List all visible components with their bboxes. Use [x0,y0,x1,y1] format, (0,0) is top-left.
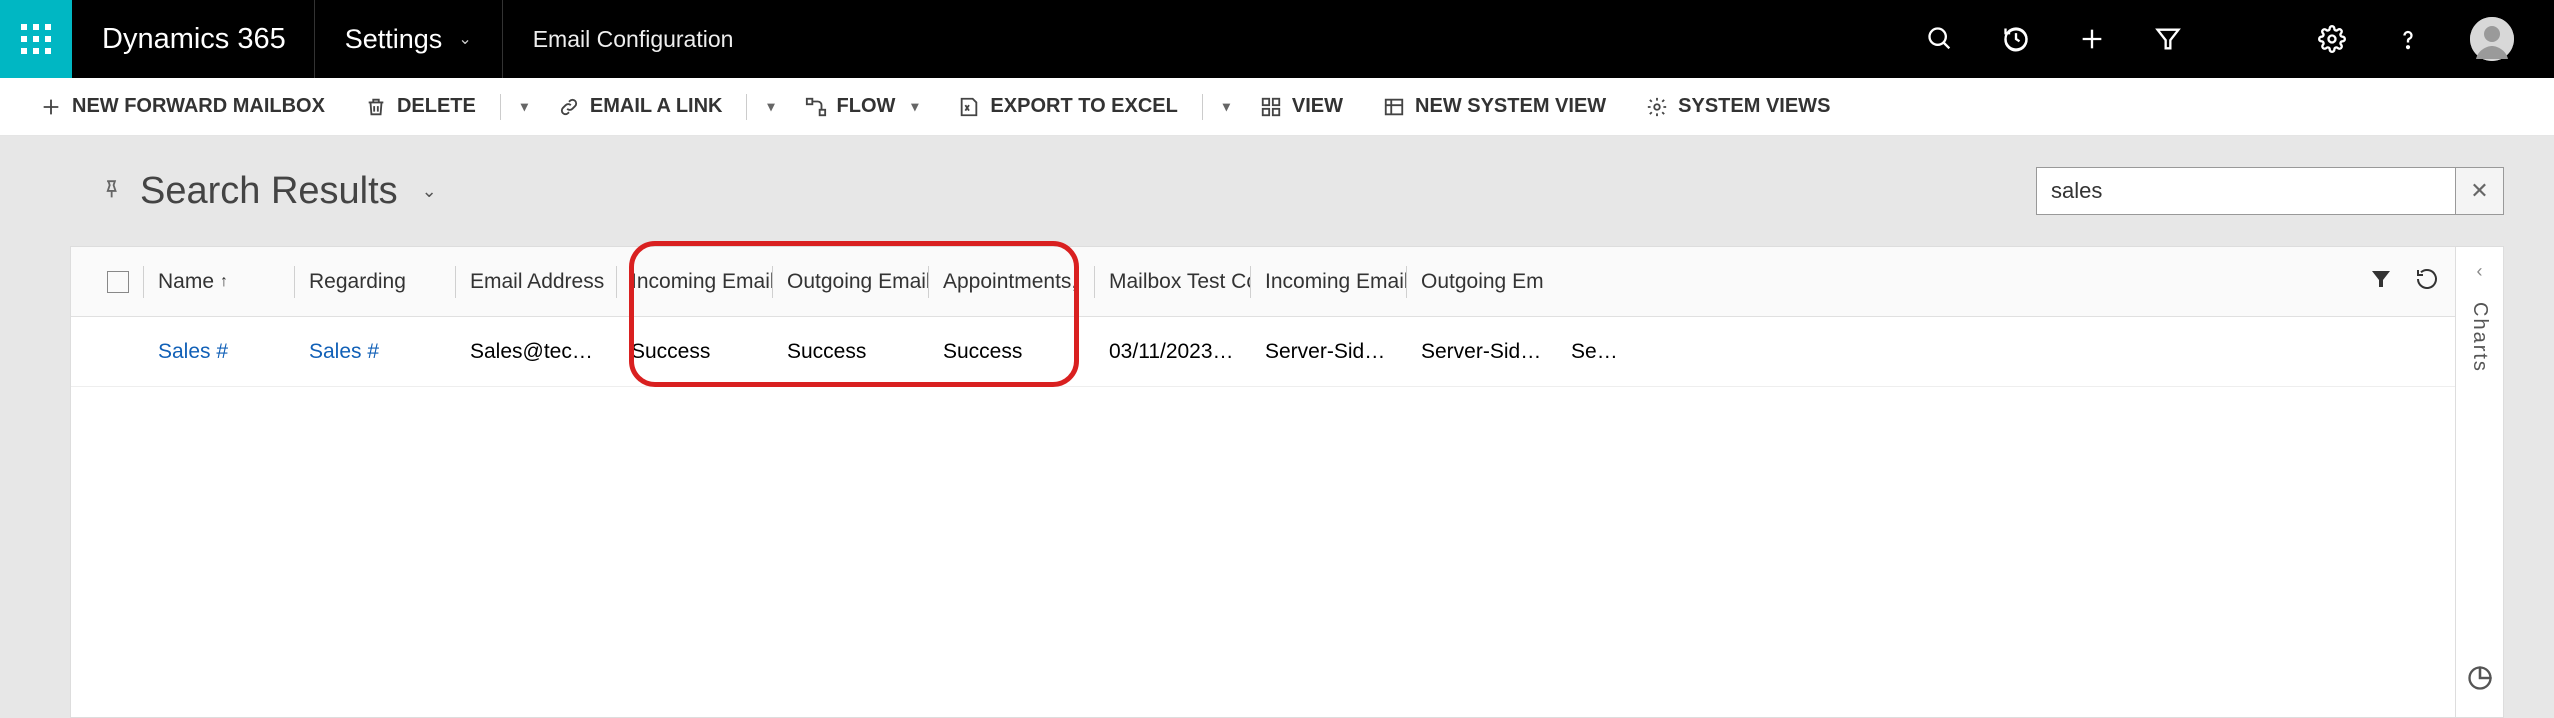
new-icon[interactable] [2078,25,2106,53]
flow-button[interactable]: FLOW ▾ [785,78,939,136]
cell-incoming: Success [617,340,772,364]
plus-icon [40,96,62,118]
email-a-link-dropdown[interactable]: ▾ [751,78,784,136]
export-to-excel-button[interactable]: EXPORT TO EXCEL [938,78,1197,136]
cell-last: Serve [1557,340,1637,364]
column-header-regarding[interactable]: Regarding [295,270,455,294]
area-label: Settings [345,24,443,55]
export-to-excel-label: EXPORT TO EXCEL [990,95,1177,118]
trash-icon [365,96,387,118]
charts-label: Charts [2468,302,2491,373]
charts-pane-toggle[interactable]: ‹ Charts [2456,246,2504,718]
grid-icon [1260,96,1282,118]
settings-gear-icon[interactable] [2318,25,2346,53]
cell-regarding[interactable]: Sales # [295,340,455,364]
column-header-incoming-email[interactable]: Incoming Email [617,270,772,294]
flow-label: FLOW [837,95,896,118]
column-header-outgoing-email-2[interactable]: Outgoing Em [1407,270,1557,294]
cell-email: Sales@tecma... [456,340,616,364]
column-header-mailbox-test[interactable]: Mailbox Test Co [1095,270,1250,294]
cell-outgoing2: Server-Side S... [1407,340,1557,364]
chevron-down-icon: ⌄ [458,29,471,49]
new-system-view-label: NEW SYSTEM VIEW [1415,95,1606,118]
filter-icon[interactable] [2154,25,2182,53]
separator [500,94,501,120]
page-title[interactable]: Search Results [140,170,398,213]
separator [746,94,747,120]
search-icon[interactable] [1926,25,1954,53]
chevron-left-icon: ‹ [2477,261,2483,282]
link-icon [558,96,580,118]
delete-dropdown[interactable]: ▾ [505,78,538,136]
table-icon [1383,96,1405,118]
flow-icon [805,96,827,118]
column-header-outgoing-email[interactable]: Outgoing Email [773,270,928,294]
recent-icon[interactable] [2002,25,2030,53]
email-a-link-label: EMAIL A LINK [590,95,723,118]
chevron-down-icon: ▾ [911,98,918,115]
new-forward-mailbox-button[interactable]: NEW FORWARD MAILBOX [20,78,345,136]
column-header-appointments[interactable]: Appointments, [929,270,1094,294]
column-filter-icon[interactable] [2369,267,2393,296]
waffle-icon [21,24,51,54]
system-views-button[interactable]: SYSTEM VIEWS [1626,78,1850,136]
area-dropdown[interactable]: Settings ⌄ [315,0,503,78]
gear-icon [1646,96,1668,118]
table-row[interactable]: Sales # Sales # Sales@tecma... Success S… [71,317,2455,387]
results-grid: Name ↑ Regarding Email Address Incoming … [70,246,2456,718]
cell-appointments: Success [929,340,1094,364]
clear-search-button[interactable]: ✕ [2456,167,2504,215]
column-header-email-address[interactable]: Email Address [456,270,616,294]
cell-incoming2: Server-Side S... [1251,340,1406,364]
search-input[interactable] [2036,167,2456,215]
refresh-icon[interactable] [2415,267,2439,296]
view-label: VIEW [1292,95,1343,118]
delete-label: DELETE [397,95,476,118]
column-name-label: Name [158,270,214,294]
breadcrumb[interactable]: Email Configuration [503,26,1926,53]
system-views-label: SYSTEM VIEWS [1678,95,1830,118]
cell-outgoing: Success [773,340,928,364]
delete-button[interactable]: DELETE [345,78,496,136]
sort-ascending-icon: ↑ [220,273,228,291]
email-a-link-button[interactable]: EMAIL A LINK [538,78,743,136]
column-header-name[interactable]: Name ↑ [144,270,294,294]
chevron-down-icon: ▾ [767,98,774,115]
app-launcher-button[interactable] [0,0,72,78]
cell-name[interactable]: Sales # [144,340,294,364]
chevron-down-icon[interactable]: ⌄ [422,181,437,202]
select-all-checkbox[interactable] [107,271,129,293]
chevron-down-icon: ▾ [521,98,528,115]
chart-icon [2466,664,2494,697]
cell-test: 03/11/2023 2... [1095,340,1250,364]
brand-label[interactable]: Dynamics 365 [72,0,315,78]
new-forward-mailbox-label: NEW FORWARD MAILBOX [72,95,325,118]
export-to-excel-dropdown[interactable]: ▾ [1207,78,1240,136]
excel-icon [958,96,980,118]
pin-icon[interactable] [100,178,122,205]
grid-header-row: Name ↑ Regarding Email Address Incoming … [71,247,2455,317]
command-bar: NEW FORWARD MAILBOX DELETE ▾ EMAIL A LIN… [0,78,2554,136]
user-avatar[interactable] [2470,17,2514,61]
chevron-down-icon: ▾ [1223,98,1230,115]
separator [1202,94,1203,120]
new-system-view-button[interactable]: NEW SYSTEM VIEW [1363,78,1626,136]
column-header-incoming-email-2[interactable]: Incoming Email [1251,270,1406,294]
view-button[interactable]: VIEW [1240,78,1363,136]
help-icon[interactable] [2394,25,2422,53]
